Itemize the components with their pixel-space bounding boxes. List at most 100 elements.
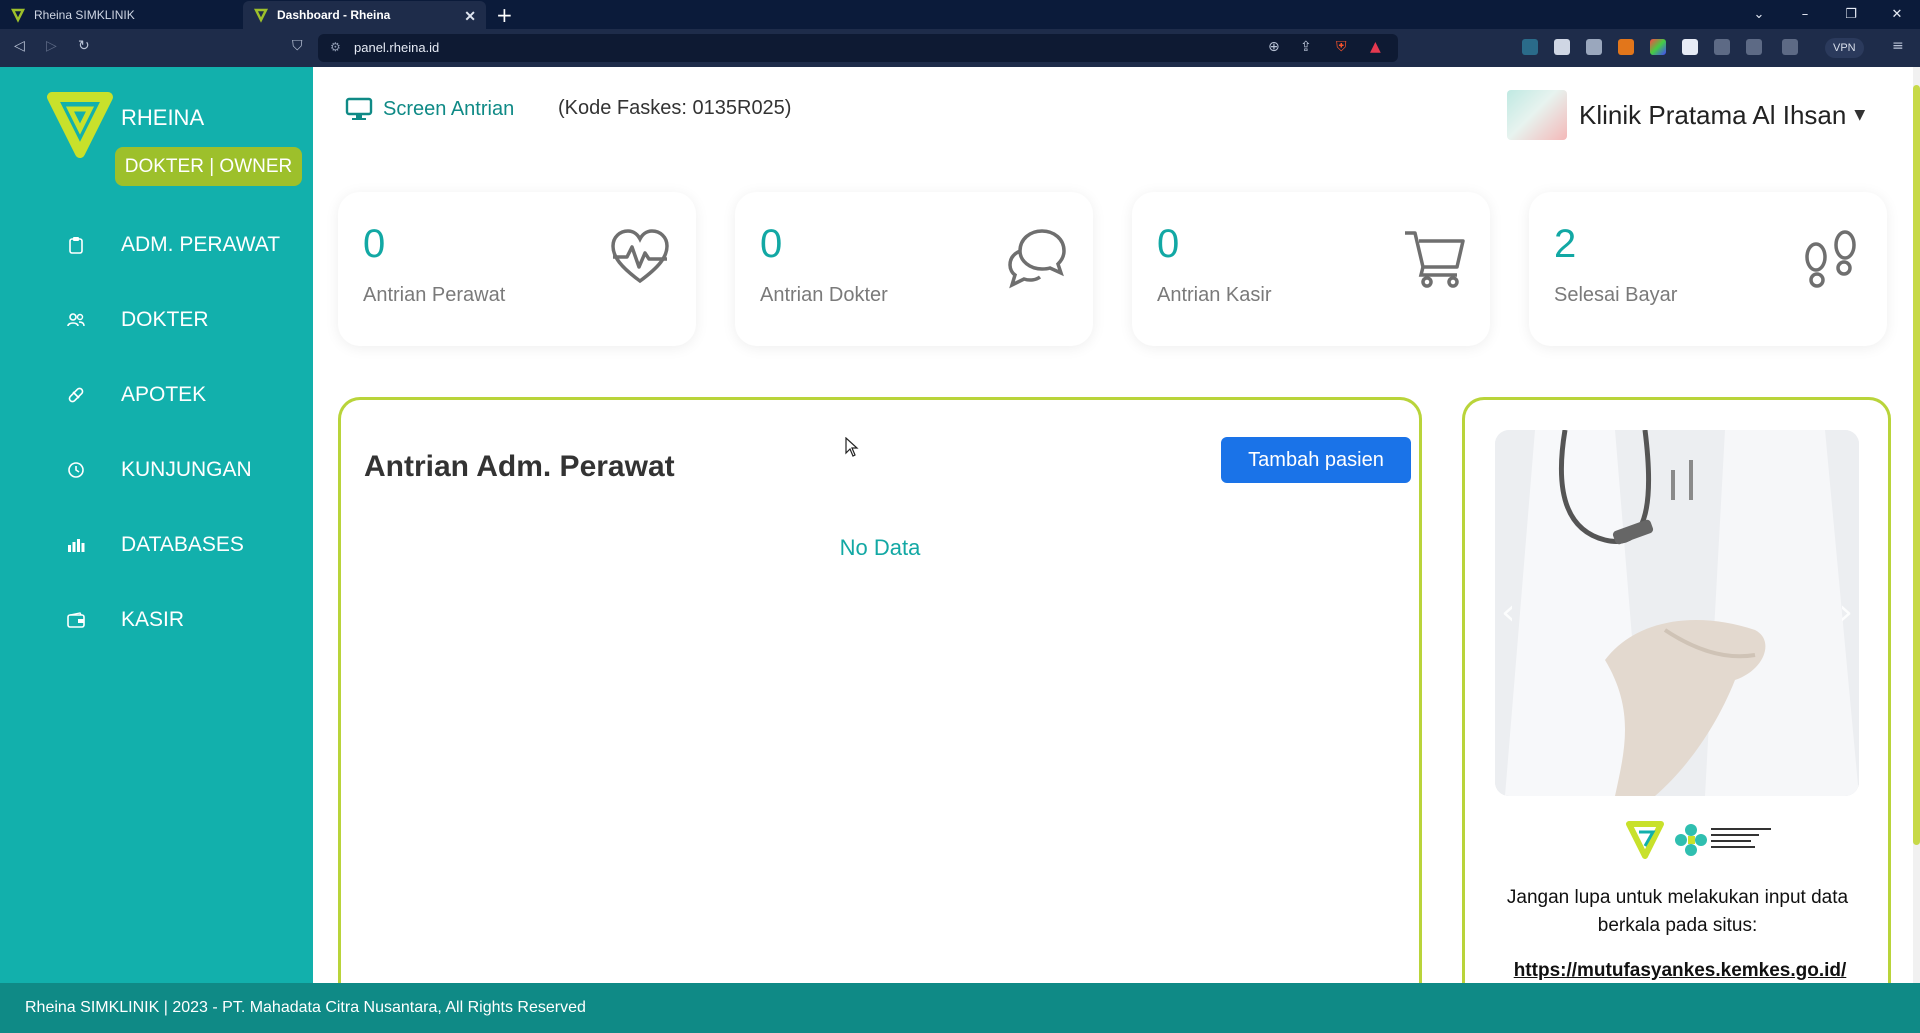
chevron-down-icon: ▼	[1854, 107, 1866, 123]
address-bar[interactable]: ⚙ panel.rheina.id ⊕ ⇪ ⛨ ▲	[318, 34, 1398, 62]
menu-icon[interactable]: ≡	[1892, 38, 1904, 54]
pill-icon	[66, 385, 86, 405]
tab-search-icon[interactable]: ⌄	[1736, 0, 1782, 29]
queue-panel: Antrian Adm. Perawat Tambah pasien No Da…	[338, 397, 1422, 997]
close-tab-icon[interactable]: ✕	[464, 8, 476, 25]
bookmark-icon[interactable]: ⛉	[292, 38, 303, 54]
sidebar-item-apotek[interactable]: APOTEK	[0, 357, 313, 432]
clinic-avatar	[1507, 90, 1567, 140]
sidebar-item-label: KASIR	[121, 607, 185, 631]
url-text: panel.rheina.id	[354, 40, 440, 55]
chat-bubbles-icon	[1008, 229, 1066, 289]
share-icon[interactable]: ⇪	[1300, 39, 1312, 55]
stat-value: 2	[1554, 222, 1577, 266]
stat-card-selesai-bayar[interactable]: 2 Selesai Bayar	[1529, 192, 1887, 346]
tab-title: Dashboard - Rheina	[277, 8, 391, 22]
sidebar-item-kasir[interactable]: KASIR	[0, 582, 313, 657]
clock-icon	[66, 460, 86, 480]
stat-card-antrian-perawat[interactable]: 0 Antrian Perawat	[338, 192, 696, 346]
stat-label: Antrian Kasir	[1157, 284, 1272, 306]
promo-carousel[interactable]: ‹ ›	[1495, 430, 1859, 796]
app: RHEINA DOKTER | OWNER ADM. PERAWAT DOKTE…	[0, 67, 1920, 1033]
clinic-dropdown[interactable]: Klinik Pratama Al Ihsan ▼	[1507, 90, 1865, 140]
restore-icon[interactable]: ❐	[1828, 0, 1874, 29]
sidebar-menu: ADM. PERAWAT DOKTER APOTEK KUNJUNGAN DAT…	[0, 207, 313, 657]
mutu-fasyankes-link[interactable]: https://mutufasyankes.kemkes.go.id/	[1495, 960, 1865, 982]
sidebar-item-kunjungan[interactable]: KUNJUNGAN	[0, 432, 313, 507]
site-info-icon[interactable]: ⚙	[330, 40, 341, 54]
stat-value: 0	[363, 222, 386, 266]
wallet-icon[interactable]	[1782, 39, 1798, 55]
sidebar-item-label: DATABASES	[121, 532, 244, 556]
faskes-code: (Kode Faskes: 0135R025)	[558, 97, 792, 119]
heart-pulse-icon	[611, 229, 669, 284]
stats-row: 0 Antrian Perawat 0 Antrian Dokter 0 Ant…	[338, 192, 1898, 347]
stat-value: 0	[1157, 222, 1180, 266]
extension-icon[interactable]	[1554, 39, 1570, 55]
mouse-cursor-icon	[845, 437, 859, 457]
close-window-icon[interactable]: ✕	[1874, 0, 1920, 29]
rheina-favicon-icon	[10, 8, 26, 23]
browser-tab[interactable]: Rheina SIMKLINIK	[0, 1, 243, 29]
brand-name: RHEINA	[121, 105, 205, 130]
clinic-name: Klinik Pratama Al Ihsan	[1579, 99, 1847, 130]
role-badge: DOKTER | OWNER	[115, 147, 302, 186]
browser-toolbar: ◁ ▷ ↻ ⛉ ⚙ panel.rheina.id ⊕ ⇪ ⛨ ▲ VPN ≡	[0, 29, 1920, 67]
carousel-next-icon[interactable]: ›	[1839, 592, 1853, 633]
stat-label: Selesai Bayar	[1554, 284, 1678, 306]
sidebar-item-databases[interactable]: DATABASES	[0, 507, 313, 582]
vpn-button[interactable]: VPN	[1825, 38, 1864, 58]
sidebar-item-dokter[interactable]: DOKTER	[0, 282, 313, 357]
add-patient-button[interactable]: Tambah pasien	[1221, 437, 1411, 483]
sidebar-item-adm-perawat[interactable]: ADM. PERAWAT	[0, 207, 313, 282]
brave-shield-icon[interactable]: ⛨	[1336, 39, 1347, 55]
stat-value: 0	[760, 222, 783, 266]
brave-rewards-icon[interactable]: ▲	[1370, 39, 1381, 55]
reload-icon[interactable]: ↻	[78, 38, 90, 54]
extension-icon[interactable]	[1522, 39, 1538, 55]
sidebar-item-label: APOTEK	[121, 382, 207, 406]
extension-icon[interactable]	[1586, 39, 1602, 55]
rheina-favicon-icon	[253, 8, 269, 23]
extension-icon[interactable]	[1650, 39, 1666, 55]
carousel-prev-icon[interactable]: ‹	[1501, 592, 1515, 633]
reminder-text: Jangan lupa untuk melakukan input data b…	[1506, 887, 1849, 936]
bar-chart-icon	[66, 535, 86, 555]
clipboard-icon	[66, 235, 86, 255]
stat-label: Antrian Perawat	[363, 284, 506, 306]
zoom-icon[interactable]: ⊕	[1268, 39, 1280, 55]
footprints-icon	[1805, 230, 1856, 288]
minimize-icon[interactable]: –	[1782, 0, 1828, 29]
screen-antrian-label: Screen Antrian	[383, 97, 515, 120]
screen-antrian-link[interactable]: Screen Antrian	[345, 97, 514, 121]
info-panel: ‹ › Jangan lupa untuk melakukan input da…	[1462, 397, 1891, 997]
browser-tab-bar: Rheina SIMKLINIK Dashboard - Rheina ✕ + …	[0, 0, 1920, 29]
stat-card-antrian-kasir[interactable]: 0 Antrian Kasir	[1132, 192, 1490, 346]
footer: Rheina SIMKLINIK | 2023 - PT. Mahadata C…	[0, 983, 1920, 1033]
doctor-photo	[1495, 430, 1859, 796]
page-scrollbar-thumb[interactable]	[1913, 85, 1920, 845]
stat-card-antrian-dokter[interactable]: 0 Antrian Dokter	[735, 192, 1093, 346]
sidebar: RHEINA DOKTER | OWNER ADM. PERAWAT DOKTE…	[0, 67, 313, 983]
tab-title: Rheina SIMKLINIK	[34, 8, 135, 22]
sidebar-item-label: DOKTER	[121, 307, 209, 331]
forward-icon[interactable]: ▷	[46, 38, 57, 54]
extension-icon[interactable]	[1682, 39, 1698, 55]
metamask-icon[interactable]	[1618, 39, 1634, 55]
top-header: Screen Antrian (Kode Faskes: 0135R025) K…	[313, 67, 1913, 167]
window-controls: ⌄ – ❐ ✕	[1736, 0, 1920, 29]
sidebar-toggle-icon[interactable]	[1746, 39, 1762, 55]
browser-tab-active[interactable]: Dashboard - Rheina ✕	[243, 1, 486, 29]
monitor-icon	[345, 97, 373, 120]
queue-panel-title: Antrian Adm. Perawat	[364, 450, 675, 483]
main-content: Screen Antrian (Kode Faskes: 0135R025) K…	[313, 67, 1920, 997]
cart-icon	[1405, 231, 1465, 288]
partner-logos	[1626, 821, 1771, 859]
rheina-logo[interactable]	[44, 87, 116, 163]
back-icon[interactable]: ◁	[14, 38, 25, 54]
sidebar-item-label: KUNJUNGAN	[121, 457, 252, 481]
new-tab-icon[interactable]: +	[496, 1, 513, 29]
empty-state-text: No Data	[839, 535, 921, 560]
extensions-puzzle-icon[interactable]	[1714, 39, 1730, 55]
sidebar-item-label: ADM. PERAWAT	[121, 232, 281, 256]
